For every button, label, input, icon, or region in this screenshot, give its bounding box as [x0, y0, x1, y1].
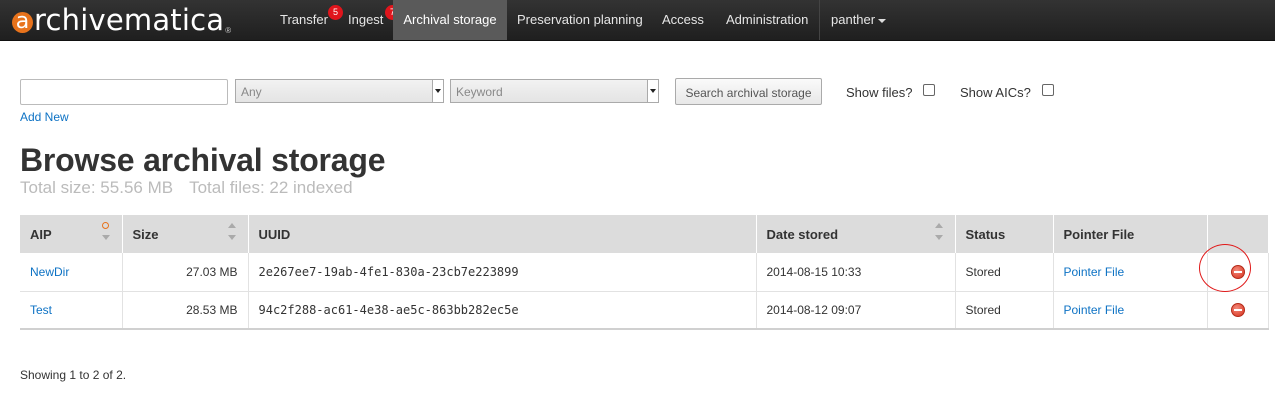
- aip-status: Stored: [955, 291, 1054, 330]
- pagination-info: Showing 1 to 2 of 2.: [20, 368, 127, 382]
- sort-icon[interactable]: [101, 222, 110, 245]
- delete-icon[interactable]: [1230, 303, 1245, 318]
- type-select[interactable]: Keyword: [450, 79, 659, 103]
- column-header-pointer-file: Pointer File: [1053, 215, 1208, 253]
- column-header-aip[interactable]: AIP: [20, 215, 123, 253]
- column-header-status: Status: [955, 215, 1054, 253]
- add-new-link[interactable]: Add New: [20, 110, 69, 124]
- type-select-arrow-icon: [647, 80, 658, 102]
- aip-name-link[interactable]: NewDir: [30, 265, 69, 279]
- show-files-checkbox[interactable]: [923, 84, 935, 96]
- field-select[interactable]: Any: [235, 79, 444, 103]
- logo-registered-mark: ®: [225, 25, 232, 35]
- totals-summary: Total size: 55.56 MB Total files: 22 inde…: [20, 178, 353, 198]
- logo-initial: a: [12, 10, 33, 33]
- top-navbar: a rchivematica ® Transfer 5 Ingest 7 Arc…: [0, 0, 1275, 41]
- column-header-date-stored[interactable]: Date stored: [756, 215, 956, 253]
- show-files-label: Show files?: [846, 85, 913, 100]
- show-aics-label: Show AICs?: [960, 85, 1031, 100]
- field-select-arrow-icon: [432, 80, 443, 102]
- search-archival-storage-button[interactable]: Search archival storage: [675, 78, 822, 105]
- nav-ingest[interactable]: Ingest: [348, 0, 383, 40]
- aip-date-stored: 2014-08-12 09:07: [756, 291, 956, 330]
- archivematica-logo[interactable]: a rchivematica ®: [12, 2, 231, 38]
- search-query-input[interactable]: [20, 79, 228, 105]
- sort-icon[interactable]: [227, 223, 236, 245]
- aip-size: 27.03 MB: [122, 253, 249, 292]
- pointer-file-link[interactable]: Pointer File: [1064, 265, 1125, 279]
- nav-archival-storage[interactable]: Archival storage: [393, 0, 507, 40]
- total-size: Total size: 55.56 MB: [20, 178, 174, 197]
- column-header-uuid: UUID: [248, 215, 757, 253]
- total-files: Total files: 22 indexed: [189, 178, 353, 197]
- table-row: NewDir 27.03 MB 2e267ee7-19ab-4fe1-830a-…: [20, 253, 1269, 292]
- type-select-value: Keyword: [456, 85, 503, 99]
- aip-uuid: 94c2f288-ac61-4e38-ae5c-863bb282ec5e: [248, 291, 757, 330]
- nav-transfer[interactable]: Transfer: [280, 0, 328, 40]
- nav-divider: [819, 0, 820, 40]
- caret-down-icon: [878, 18, 887, 23]
- nav-administration[interactable]: Administration: [726, 0, 808, 40]
- field-select-value: Any: [241, 85, 262, 99]
- table-row: Test 28.53 MB 94c2f288-ac61-4e38-ae5c-86…: [20, 291, 1269, 330]
- nav-preservation-planning[interactable]: Preservation planning: [517, 0, 643, 40]
- user-menu[interactable]: panther: [831, 0, 887, 40]
- aip-name-link[interactable]: Test: [30, 303, 52, 317]
- user-name: panther: [831, 12, 876, 27]
- aip-uuid: 2e267ee7-19ab-4fe1-830a-23cb7e223899: [248, 253, 757, 292]
- show-aics-checkbox[interactable]: [1042, 84, 1054, 96]
- nav-access[interactable]: Access: [662, 0, 704, 40]
- sort-icon[interactable]: [934, 223, 943, 245]
- logo-text: rchivematica: [34, 3, 225, 37]
- column-header-size[interactable]: Size: [122, 215, 249, 253]
- aip-size: 28.53 MB: [122, 291, 249, 330]
- aip-date-stored: 2014-08-15 10:33: [756, 253, 956, 292]
- pointer-file-link[interactable]: Pointer File: [1064, 303, 1125, 317]
- highlight-annotation-circle: [1199, 244, 1251, 292]
- transfer-count-badge: 5: [328, 5, 343, 20]
- aip-table: AIP Size UUID Date stored Status Pointer…: [20, 215, 1269, 330]
- aip-status: Stored: [955, 253, 1054, 292]
- page-title: Browse archival storage: [20, 142, 386, 178]
